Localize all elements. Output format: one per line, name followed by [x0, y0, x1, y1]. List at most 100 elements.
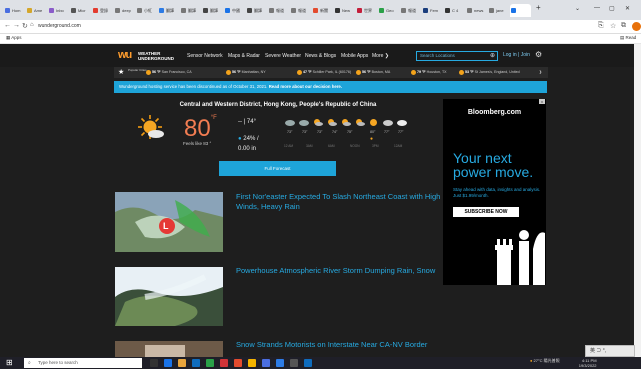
story-title[interactable]: Snow Strands Motorists on Interstate Nea… [236, 340, 446, 350]
app-icon[interactable] [304, 359, 312, 367]
banner-link[interactable]: Read more about our decision here. [269, 84, 342, 89]
app-icon[interactable] [276, 359, 284, 367]
browser-tab[interactable]: 報道 [290, 4, 311, 17]
weather-icon [297, 69, 302, 75]
forward-icon[interactable]: → [13, 22, 20, 29]
browser-tab[interactable]: deep [114, 4, 135, 17]
browser-tab[interactable]: Hom [4, 4, 25, 17]
menu-more[interactable]: More ❯ [372, 53, 389, 59]
app-icon[interactable] [206, 359, 214, 367]
bookmark-star-icon[interactable]: ☆ [610, 22, 616, 30]
menu-sensor-network[interactable]: Sensor Network [187, 53, 223, 59]
browser-tab[interactable]: 世界 [356, 4, 377, 17]
strip-city[interactable]: 56 °F San Francisco, CA [146, 69, 192, 75]
partly-cloudy-icon [328, 119, 337, 126]
file-explorer-icon[interactable] [178, 359, 186, 367]
minimize-icon[interactable]: — [594, 5, 600, 11]
browser-tab[interactable]: C 4 [444, 4, 465, 17]
tab-label: news [474, 8, 484, 13]
forecast-temp: 73° [317, 130, 323, 134]
vertical-scrollbar[interactable] [634, 44, 641, 357]
browser-tab[interactable]: Geo [378, 4, 399, 17]
mail-icon[interactable] [192, 359, 200, 367]
browser-tab[interactable]: New [334, 4, 355, 17]
story-image-snow-motorists[interactable] [115, 341, 223, 357]
browser-tab[interactable]: jane [488, 4, 509, 17]
app-icon[interactable] [290, 359, 298, 367]
strip-temp: 56 °F [232, 70, 241, 74]
menu-severe-weather[interactable]: Severe Weather [265, 53, 301, 59]
browser-tab[interactable]: 中國 [224, 4, 245, 17]
reload-icon[interactable]: ↻ [22, 22, 28, 30]
app-icon[interactable] [262, 359, 270, 367]
tab-favicon-icon [269, 8, 274, 13]
maximize-icon[interactable]: ▢ [609, 5, 615, 12]
task-view-icon[interactable] [150, 359, 158, 367]
apps-shortcut[interactable]: ▦ Apps [6, 35, 22, 41]
extensions-icon[interactable]: ⧉ [621, 22, 626, 30]
browser-tab[interactable]: 小紅 [136, 4, 157, 17]
full-forecast-button[interactable]: Full Forecast [219, 161, 336, 176]
strip-chevron-icon[interactable]: ❯ [539, 69, 542, 75]
search-input[interactable]: Search Locations ⊕ [416, 51, 498, 61]
clock[interactable]: 4:11 PM 19/3/2022 [579, 358, 597, 368]
ad-subscribe-button[interactable]: SUBSCRIBE NOW [453, 207, 519, 217]
ime-toolbar[interactable]: 英 ⊃ °, [585, 345, 635, 357]
story-title[interactable]: First Nor'easter Expected To Slash North… [236, 192, 446, 212]
browser-tab[interactable]: 報道 [268, 4, 289, 17]
taskbar-search-input[interactable]: ⌕ Type here to search [24, 358, 142, 368]
strip-city[interactable]: 47 °F Schiller Park, IL (60176) [297, 69, 351, 75]
logo-text: WEATHER UNDERGROUND [138, 51, 174, 61]
app-icon[interactable] [234, 359, 242, 367]
edge-icon[interactable] [164, 359, 172, 367]
url-field[interactable]: wunderground.com [38, 22, 81, 31]
strip-city[interactable]: 53 °F St James's, England, United [459, 69, 520, 75]
tab-label: 中國 [232, 8, 240, 13]
locate-icon[interactable]: ⊕ [490, 52, 495, 60]
browser-tab[interactable]: 報道 [400, 4, 421, 17]
menu-maps-radar[interactable]: Maps & Radar [228, 53, 260, 59]
system-tray[interactable]: ● 27°C 陽光普照 4:11 PM 19/3/2022 [530, 358, 597, 368]
ad-close-button[interactable]: x [539, 99, 545, 104]
tab-search-icon[interactable]: ⌄ [575, 5, 580, 12]
share-icon[interactable]: ⎘ [598, 22, 604, 30]
chrome-icon[interactable] [248, 359, 256, 367]
story-title[interactable]: Powerhouse Atmospheric River Storm Dumpi… [236, 266, 446, 276]
strip-city[interactable]: 79 °F Houston, TX [411, 69, 447, 75]
bloomberg-ad[interactable]: x Bloomberg.com Your next power move. Sta… [443, 99, 546, 285]
app-icon[interactable] [220, 359, 228, 367]
strip-city[interactable]: 56 °F Boston, MA [356, 69, 390, 75]
avatar[interactable] [632, 22, 641, 31]
browser-tab[interactable]: 翻譯 [202, 4, 223, 17]
reading-list[interactable]: ▤ Read [620, 35, 636, 41]
strip-city[interactable]: 56 °F Manhattan, NY [226, 69, 266, 75]
browser-tab[interactable]: Ame [26, 4, 47, 17]
close-icon[interactable]: ✕ [625, 5, 630, 12]
windows-start-icon[interactable]: ⊞ [6, 359, 13, 367]
menu-mobile-apps[interactable]: Mobile Apps [341, 53, 368, 59]
browser-tab[interactable]: 新聞 [312, 4, 333, 17]
hourly-forecast[interactable]: 73° 73° 73° 74° 75° 80° 77° 77° ● 12 AM … [284, 118, 434, 154]
browser-tab[interactable]: 翻譯 [246, 4, 267, 17]
strip-temp: 56 °F [152, 70, 161, 74]
browser-tab[interactable]: news [466, 4, 487, 17]
story-image-noreaster[interactable]: L [115, 192, 223, 252]
browser-tab-active[interactable] [510, 4, 531, 17]
browser-tab[interactable]: 翻譯 [158, 4, 179, 17]
home-icon[interactable]: ⌂ [30, 22, 34, 28]
menu-news-blogs[interactable]: News & Blogs [305, 53, 336, 59]
login-link[interactable]: Log in | Join [503, 52, 530, 58]
browser-tab[interactable]: Micr [70, 4, 91, 17]
browser-tab[interactable]: Inbo [48, 4, 69, 17]
favorites-star-icon[interactable]: ★ [118, 68, 124, 76]
back-icon[interactable]: ← [4, 22, 11, 29]
browser-tab-bar: Hom Ame Inbo Micr 登錄 deep 小紅 翻譯 翻譯 翻譯 中國 翻譯 報道 報道 新聞 Ne… [0, 0, 641, 20]
ad-brand: Bloomberg.com [467, 109, 522, 116]
browser-tab[interactable]: 登錄 [92, 4, 113, 17]
story-image-atmospheric-river[interactable] [115, 267, 223, 326]
browser-tab[interactable]: 翻譯 [180, 4, 201, 17]
gear-icon[interactable]: ⚙ [535, 50, 542, 59]
browser-tab[interactable]: Fem [422, 4, 443, 17]
tab-favicon-icon [489, 8, 494, 13]
new-tab-button[interactable]: + [536, 3, 541, 12]
